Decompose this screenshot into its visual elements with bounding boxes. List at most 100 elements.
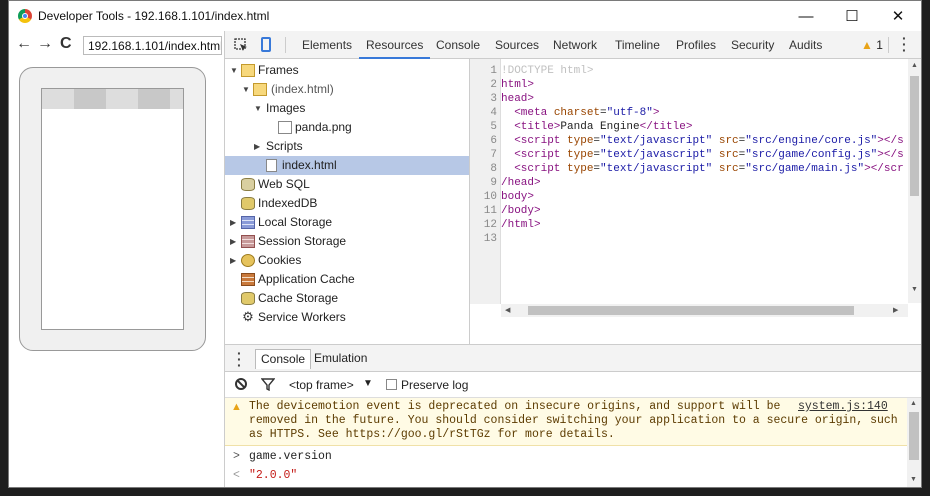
screen-tile [42, 89, 74, 109]
dropdown-icon[interactable]: ▼ [363, 378, 373, 389]
horizontal-scrollbar[interactable]: ◀ ▶ [501, 304, 908, 317]
drawer-tab-emulation[interactable]: Emulation [314, 349, 367, 368]
tree-label: Session Storage [258, 234, 347, 248]
tab-audits[interactable]: Audits [789, 31, 822, 59]
code-line: body> [501, 191, 535, 203]
tree-label: Application Cache [258, 272, 355, 286]
code-token: type [567, 149, 594, 161]
database-icon [241, 197, 255, 210]
tree-item-cookies[interactable]: ▶ Cookies [225, 251, 469, 270]
scroll-down-icon[interactable]: ▼ [910, 476, 917, 483]
warning-counter[interactable]: ▲ 1 [861, 38, 883, 52]
scroll-up-icon[interactable]: ▲ [910, 400, 917, 407]
warning-count: 1 [876, 38, 883, 52]
code-token: > [652, 107, 660, 119]
scroll-left-icon[interactable]: ◀ [505, 306, 510, 314]
source-view: 1 2 3 4 5 6 7 8 9 10 11 12 13 !DOCTYPE h… [470, 59, 921, 344]
tree-item-local-storage[interactable]: ▶ Local Storage [225, 213, 469, 232]
tab-timeline[interactable]: Timeline [615, 31, 660, 59]
device-frame [19, 67, 206, 351]
back-button[interactable]: ← [16, 35, 32, 53]
minimize-button[interactable]: — [783, 1, 829, 31]
scroll-thumb[interactable] [910, 76, 919, 196]
forward-button[interactable]: → [37, 35, 53, 53]
device-screen[interactable] [41, 88, 184, 330]
image-file-icon [278, 121, 292, 134]
maximize-button[interactable]: ☐ [829, 1, 875, 31]
filter-icon[interactable] [260, 378, 276, 394]
code-token: = [600, 107, 607, 119]
code-line: <script type="text/javascript" src="src/… [501, 162, 904, 176]
drawer-menu-icon[interactable]: · · · [237, 346, 242, 372]
console-toolbar: <top frame> ▼ Preserve log [225, 372, 921, 398]
scroll-right-icon[interactable]: ▶ [893, 306, 898, 314]
warning-text-line: as HTTPS. See https://goo.gl/rStTGz for … [249, 428, 615, 441]
inspect-element-icon[interactable] [234, 38, 248, 52]
warning-source-link[interactable]: system.js:140 [798, 400, 888, 413]
tab-profiles[interactable]: Profiles [676, 31, 716, 59]
scroll-down-icon[interactable]: ▼ [911, 286, 918, 293]
more-menu-icon[interactable]: · · · [902, 31, 907, 57]
preserve-log-label: Preserve log [401, 378, 469, 392]
reload-button[interactable]: C [60, 35, 72, 53]
tab-console[interactable]: Console [436, 31, 480, 59]
tab-security[interactable]: Security [731, 31, 774, 59]
url-input[interactable]: 192.168.1.101/index.html [83, 36, 222, 55]
code-token: src [712, 163, 739, 175]
vertical-scrollbar[interactable]: ▲ ▼ [908, 59, 921, 303]
frame-select[interactable]: <top frame> [289, 378, 354, 392]
scroll-up-icon[interactable]: ▲ [911, 62, 918, 69]
tree-item-session-storage[interactable]: ▶ Session Storage [225, 232, 469, 251]
tab-sources[interactable]: Sources [495, 31, 539, 59]
cookie-icon [241, 254, 255, 267]
table-icon [241, 235, 255, 248]
tree-item-scripts[interactable]: ▶ Scripts [225, 137, 469, 156]
grid-icon [241, 273, 255, 286]
warning-text-line: The devicemotion event is deprecated on … [249, 400, 781, 413]
tab-elements[interactable]: Elements [302, 31, 352, 59]
warning-text-line: removed in the future. You should consid… [249, 414, 898, 427]
devtools-tab-bar: Elements Resources Console Sources Netwo… [225, 31, 921, 59]
drawer-tab-console[interactable]: Console [255, 349, 312, 369]
console-scrollbar[interactable]: ▲ ▼ [907, 398, 921, 487]
code-line: !DOCTYPE html> [501, 65, 594, 77]
code-line: <script type="text/javascript" src="src/… [501, 148, 904, 162]
tree-item-index-html[interactable]: index.html [225, 156, 469, 175]
tree-item-application-cache[interactable]: Application Cache [225, 270, 469, 289]
close-button[interactable]: ✕ [875, 1, 921, 31]
code-token: charset [553, 107, 601, 119]
code-token: "src/engine/core.js" [745, 135, 878, 147]
code-line: <title>Panda Engine</title> [501, 120, 692, 134]
expanded-triangle-icon: ▼ [242, 85, 250, 94]
collapsed-triangle-icon: ▶ [230, 237, 237, 246]
code-token: "text/javascript" [600, 135, 713, 147]
scroll-thumb[interactable] [909, 412, 919, 460]
tree-item-panda-png[interactable]: panda.png [225, 118, 469, 137]
device-mode-icon[interactable] [261, 37, 271, 52]
preserve-log-checkbox[interactable] [386, 379, 397, 390]
tab-network[interactable]: Network [553, 31, 597, 59]
screen-tile [74, 89, 106, 109]
console-result[interactable]: "2.0.0" [249, 469, 297, 482]
code-token: ></s [877, 149, 904, 161]
code-area[interactable]: !DOCTYPE html> html> head> <meta charset… [470, 59, 908, 304]
tree-item-indexeddb[interactable]: IndexedDB [225, 194, 469, 213]
screen-tile [170, 89, 183, 109]
tab-resources[interactable]: Resources [359, 31, 431, 59]
tree-item-cache-storage[interactable]: Cache Storage [225, 289, 469, 308]
scroll-thumb[interactable] [528, 306, 854, 315]
tree-item-web-sql[interactable]: Web SQL [225, 175, 469, 194]
tree-item-index-frame[interactable]: ▼ (index.html) [225, 80, 469, 99]
output-prompt: < [233, 469, 240, 482]
title-bar: Developer Tools - 192.168.1.101/index.ht… [9, 1, 921, 31]
clear-console-icon[interactable] [235, 378, 247, 390]
console-warning-message: ▲ The devicemotion event is deprecated o… [225, 398, 907, 446]
code-token: src [712, 135, 739, 147]
devtools-window: Developer Tools - 192.168.1.101/index.ht… [8, 0, 922, 488]
tree-item-service-workers[interactable]: ⚙ Service Workers [225, 308, 469, 327]
tree-item-frames[interactable]: ▼ Frames [225, 61, 469, 80]
tree-item-images[interactable]: ▼ Images [225, 99, 469, 118]
gear-icon: ⚙ [242, 309, 254, 324]
code-token: "src/game/main.js" [745, 163, 865, 175]
screen-tile [106, 89, 138, 109]
